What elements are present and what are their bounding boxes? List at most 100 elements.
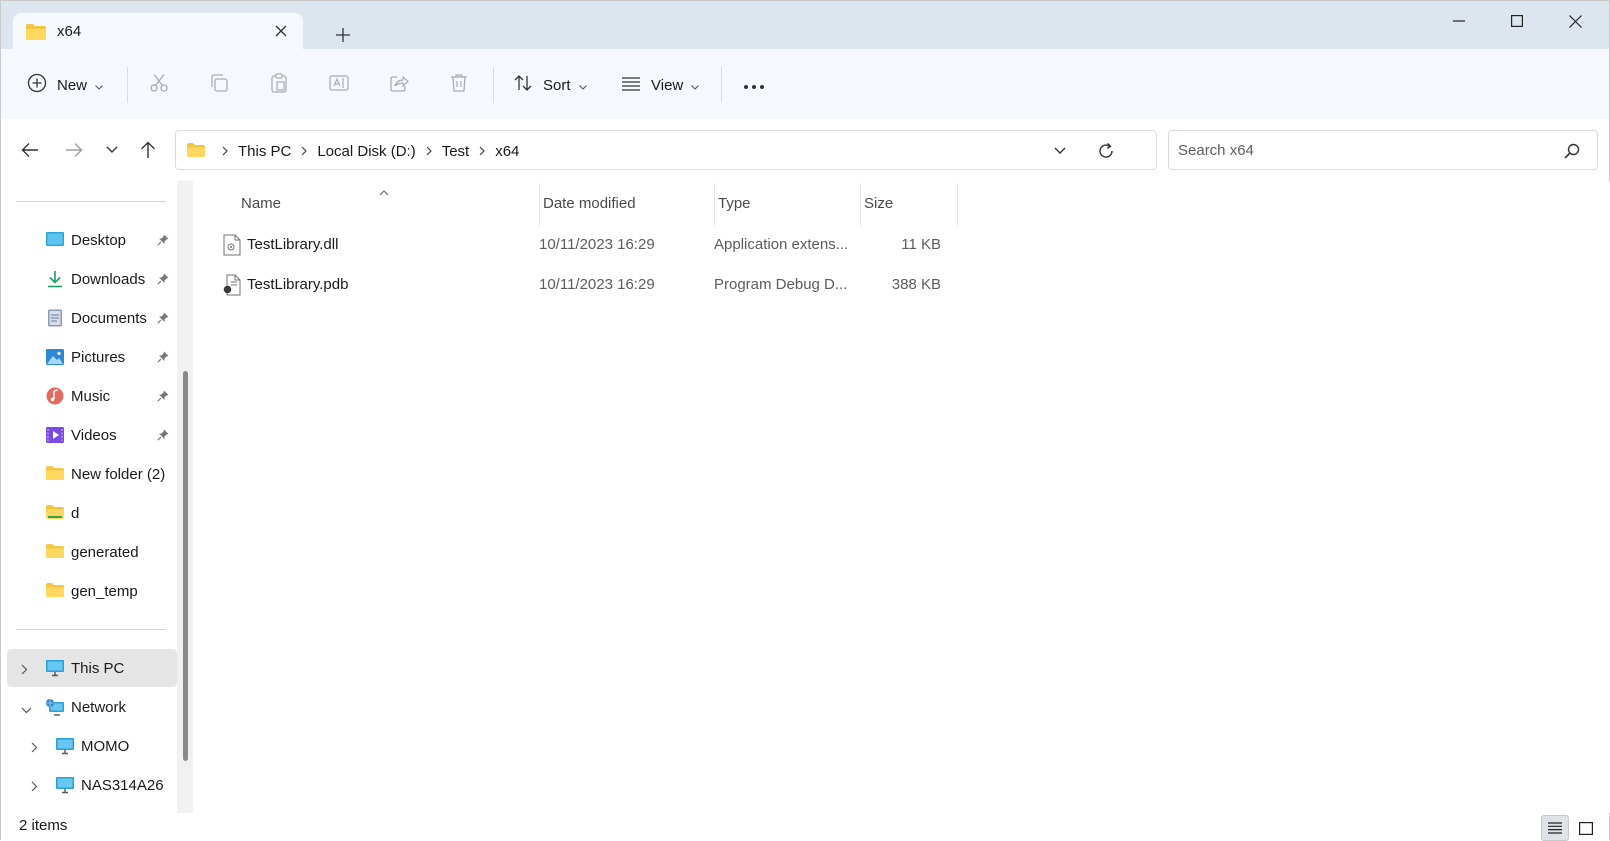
navigation-pane[interactable]: Desktop Downloads Documents Pictures Mus… <box>1 181 193 813</box>
music-icon <box>45 387 65 405</box>
folder-icon <box>186 142 206 162</box>
sidebar-item-momo[interactable]: MOMO <box>1 727 177 765</box>
pin-icon[interactable] <box>157 389 169 406</box>
sidebar-item-label: d <box>71 505 80 522</box>
sidebar-item-music[interactable]: Music <box>1 377 177 415</box>
pin-icon[interactable] <box>157 350 169 367</box>
column-divider[interactable] <box>957 183 958 227</box>
sidebar-item-videos[interactable]: Videos <box>1 416 177 454</box>
breadcrumb-local-disk[interactable]: Local Disk (D:) <box>317 143 415 160</box>
breadcrumb-this-pc[interactable]: This PC <box>238 143 291 160</box>
pdb-file-icon <box>223 274 241 296</box>
file-row-testlibrary-dll[interactable]: TestLibrary.dll 10/11/2023 16:29 Applica… <box>217 224 957 264</box>
column-header-size[interactable]: Size <box>864 195 893 215</box>
column-header-date-modified[interactable]: Date modified <box>543 195 636 215</box>
search-box[interactable] <box>1168 130 1598 170</box>
sidebar-item-this-pc[interactable]: This PC <box>7 649 177 687</box>
address-history-dropdown[interactable] <box>1048 139 1072 163</box>
chevron-right-icon[interactable] <box>21 662 28 679</box>
new-tab-icon[interactable] <box>331 23 355 47</box>
file-date-modified: 10/11/2023 16:29 <box>539 236 655 253</box>
file-list[interactable]: Name Date modified Type Size TestLibrary… <box>197 181 1610 813</box>
folder-icon <box>45 582 65 600</box>
sort-button[interactable]: Sort <box>513 69 587 101</box>
tab-title: x64 <box>57 23 82 40</box>
search-input[interactable] <box>1178 139 1538 161</box>
sidebar-item-label: Pictures <box>71 349 126 366</box>
recent-locations-button[interactable] <box>97 135 127 165</box>
sidebar-item-desktop[interactable]: Desktop <box>1 221 177 259</box>
file-row-testlibrary-pdb[interactable]: TestLibrary.pdb 10/11/2023 16:29 Program… <box>217 264 957 304</box>
network-icon <box>45 698 65 716</box>
refresh-icon <box>1099 142 1113 158</box>
share-button[interactable] <box>389 69 409 101</box>
pin-icon[interactable] <box>157 428 169 445</box>
navigation-row: This PC Local Disk (D:) Test x64 <box>1 119 1609 181</box>
chevron-down-icon[interactable] <box>21 701 32 718</box>
sidebar-item-label: generated <box>71 544 139 561</box>
sort-icon <box>513 73 533 97</box>
sidebar-item-nas314a26[interactable]: NAS314A26 <box>1 766 177 804</box>
sidebar-scrollbar-thumb[interactable] <box>183 371 188 761</box>
view-list-icon <box>621 73 641 97</box>
chevron-right-icon[interactable] <box>31 779 38 796</box>
arrow-right-icon <box>66 143 83 157</box>
toolbar-divider <box>493 67 494 103</box>
breadcrumb-test[interactable]: Test <box>442 143 470 160</box>
status-bar: 2 items <box>1 813 1609 841</box>
close-icon[interactable] <box>1555 7 1595 35</box>
cut-button[interactable] <box>149 69 169 101</box>
sidebar-item-documents[interactable]: Documents <box>1 299 177 337</box>
column-header-name[interactable]: Name <box>241 195 281 215</box>
tiles-view-icon <box>1579 821 1593 835</box>
sidebar-item-new-folder-2[interactable]: New folder (2) <box>1 455 177 493</box>
sidebar-item-downloads[interactable]: Downloads <box>1 260 177 298</box>
breadcrumb-x64[interactable]: x64 <box>495 143 519 160</box>
pin-icon[interactable] <box>157 311 169 328</box>
command-bar: New Sort View <box>1 49 1609 120</box>
cut-icon <box>149 73 169 97</box>
sidebar-item-gen-temp[interactable]: gen_temp <box>1 572 177 610</box>
rename-icon <box>329 73 349 97</box>
sidebar-item-label: Network <box>71 699 127 716</box>
sidebar-item-label: gen_temp <box>71 583 138 600</box>
sidebar-item-generated[interactable]: generated <box>1 533 177 571</box>
address-bar[interactable]: This PC Local Disk (D:) Test x64 <box>175 130 1157 170</box>
new-button[interactable]: New <box>27 69 103 101</box>
paste-button[interactable] <box>269 69 289 101</box>
more-options-button[interactable] <box>743 69 765 101</box>
details-view-button[interactable] <box>1541 815 1569 841</box>
column-divider[interactable] <box>860 183 861 227</box>
tab-close-icon[interactable] <box>269 19 293 43</box>
copy-button[interactable] <box>209 69 229 101</box>
toolbar-divider <box>127 67 128 103</box>
rename-button[interactable] <box>329 69 349 101</box>
pictures-icon <box>45 348 65 366</box>
column-divider[interactable] <box>714 183 715 227</box>
pin-icon[interactable] <box>157 272 169 289</box>
refresh-button[interactable] <box>1094 139 1118 163</box>
file-size: 11 KB <box>901 236 941 253</box>
file-type: Application extens... <box>714 236 849 253</box>
minimize-icon[interactable] <box>1439 7 1479 35</box>
sidebar-item-network[interactable]: Network <box>1 688 177 726</box>
search-icon[interactable] <box>1561 140 1583 162</box>
view-button[interactable]: View <box>621 69 700 101</box>
maximize-icon[interactable] <box>1497 7 1537 35</box>
sidebar-item-pictures[interactable]: Pictures <box>1 338 177 376</box>
back-button[interactable] <box>15 135 45 165</box>
large-icons-view-button[interactable] <box>1573 815 1599 841</box>
chevron-right-icon[interactable] <box>31 740 38 757</box>
folder-icon <box>45 543 65 561</box>
delete-icon <box>449 73 469 97</box>
column-divider[interactable] <box>539 183 540 227</box>
tab-x64[interactable]: x64 <box>13 13 303 49</box>
forward-button[interactable] <box>59 135 89 165</box>
column-header-type[interactable]: Type <box>718 195 751 215</box>
sidebar-divider <box>16 629 166 630</box>
delete-button[interactable] <box>449 69 469 101</box>
sidebar-item-d[interactable]: d <box>1 494 177 532</box>
computer-icon <box>45 659 65 677</box>
pin-icon[interactable] <box>157 233 169 250</box>
up-button[interactable] <box>133 135 163 165</box>
